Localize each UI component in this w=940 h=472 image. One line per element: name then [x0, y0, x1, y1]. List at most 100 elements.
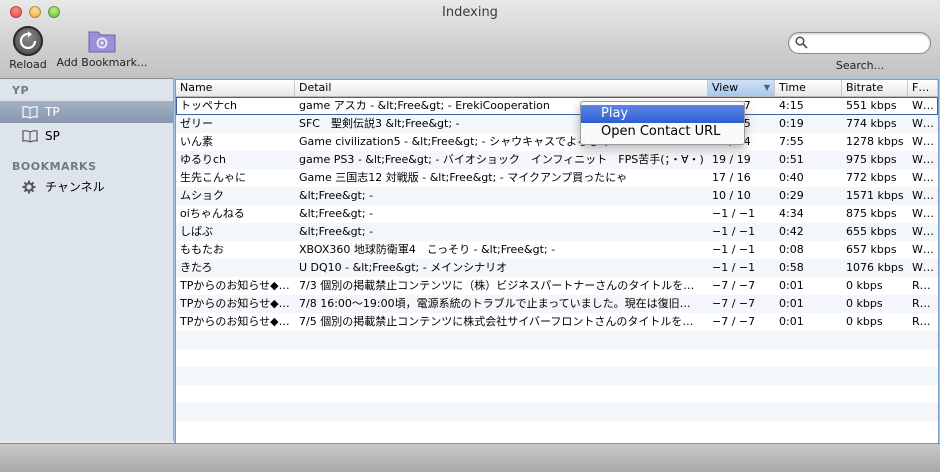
cell-time: 0:01	[779, 315, 804, 328]
cell-format: W…	[912, 153, 934, 166]
sidebar-item-tp[interactable]: TP	[0, 101, 173, 123]
table-row[interactable]: oiちゃんねる &lt;Free&gt; - −1 / −1 4:34 875 kbp…	[176, 205, 938, 223]
table-row[interactable]: しばぶ &lt;Free&gt; - −1 / −1 0:42 655 kbps W…	[176, 223, 938, 241]
menu-item-play[interactable]: Play	[581, 105, 744, 123]
cell-name: ゼリー	[180, 117, 213, 130]
cell-detail: &lt;Free&gt; -	[299, 189, 374, 202]
cell-name: oiちゃんねる	[180, 207, 245, 220]
cell-detail: game PS3 - &lt;Free&gt; - バイオショック インフィニッ…	[299, 153, 704, 166]
cell-format: W…	[912, 243, 934, 256]
table-row[interactable]	[176, 349, 938, 367]
column-header-detail[interactable]: Detail	[295, 80, 708, 96]
cell-name: TPからのお知らせ◆…	[180, 297, 290, 310]
gear-icon	[22, 180, 36, 194]
cell-detail: Game 三国志12 対戦版 - &lt;Free&gt; - マイクアンプ買っ…	[299, 171, 628, 184]
cell-time: 0:40	[779, 171, 804, 184]
table-row[interactable]: ももたお XBOX360 地球防衛軍4 こっそり - &lt;Free&gt; -…	[176, 241, 938, 259]
table-row[interactable]: ゆるりch game PS3 - &lt;Free&gt; - バイオショック イ…	[176, 151, 938, 169]
column-header-bitrate[interactable]: Bitrate	[842, 80, 908, 96]
table-row[interactable]: きたろ U DQ10 - &lt;Free&gt; - メインシナリオ −1 / −…	[176, 259, 938, 277]
cell-time: 0:42	[779, 225, 804, 238]
column-header-format[interactable]: F…	[908, 80, 938, 96]
sidebar-heading-bookmarks: BOOKMARKS	[12, 160, 97, 173]
gear-folder-icon	[87, 26, 117, 54]
cell-view: −1 / −1	[712, 225, 756, 238]
cell-time: 0:01	[779, 279, 804, 292]
cell-format: W…	[912, 99, 934, 112]
sidebar-heading-yp: YP	[12, 84, 30, 97]
sidebar-item-channel[interactable]: チャンネル	[0, 176, 173, 198]
column-header-name[interactable]: Name	[176, 80, 295, 96]
channel-table[interactable]: Name Detail View ▼ Time Bitrate F… トッペナch…	[175, 79, 939, 445]
cell-time: 0:08	[779, 243, 804, 256]
search-label: Search...	[835, 59, 885, 72]
table-row[interactable]	[176, 403, 938, 421]
menu-item-open-contact-url[interactable]: Open Contact URL	[581, 123, 744, 141]
table-row[interactable]: いん素 Game civilization5 - &lt;Free&gt; - シ…	[176, 133, 938, 151]
table-row[interactable]: ムショク &lt;Free&gt; - 10 / 10 0:29 1571 kbps W…	[176, 187, 938, 205]
add-bookmark-button[interactable]: Add Bookmark...	[56, 26, 148, 69]
table-row[interactable]	[176, 367, 938, 385]
cell-view: −1 / −1	[712, 261, 756, 274]
cell-bitrate: 655 kbps	[846, 225, 897, 238]
cell-view: −7 / −7	[712, 279, 756, 292]
cell-format: W…	[912, 171, 934, 184]
cell-bitrate: 0 kbps	[846, 315, 883, 328]
cell-detail: 7/8 16:00～19:00頃，電源系統のトラブルで止まっていました。現在は復…	[299, 297, 691, 310]
book-icon	[22, 130, 38, 143]
app-window: Indexing Reload Add Bookmark... Search..…	[0, 0, 940, 472]
table-row[interactable]: TPからのお知らせ◆… 7/3 個別の掲載禁止コンテンツに（株）ビジネスパートナー…	[176, 277, 938, 295]
cell-name: ももたお	[180, 243, 224, 256]
search-input[interactable]	[811, 35, 925, 50]
cell-view: −7 / −7	[712, 315, 756, 328]
cell-name: いん素	[180, 135, 213, 148]
magnifier-icon	[795, 36, 808, 49]
cell-bitrate: 657 kbps	[846, 243, 897, 256]
cell-format: W…	[912, 261, 934, 274]
sidebar: YP TP SP BOOKMARKS チャンネル	[0, 79, 174, 441]
cell-detail: U DQ10 - &lt;Free&gt; - メインシナリオ	[299, 261, 508, 274]
table-row[interactable]	[176, 385, 938, 403]
reload-label: Reload	[9, 58, 47, 71]
cell-bitrate: 975 kbps	[846, 153, 897, 166]
cell-detail: XBOX360 地球防衛軍4 こっそり - &lt;Free&gt; -	[299, 243, 556, 256]
table-row[interactable]: 生先こんゃに Game 三国志12 対戦版 - &lt;Free&gt; - マイ…	[176, 169, 938, 187]
cell-name: トッペナch	[180, 99, 238, 112]
cell-time: 7:55	[779, 135, 804, 148]
table-row[interactable]	[176, 331, 938, 349]
cell-time: 0:58	[779, 261, 804, 274]
cell-time: 0:01	[779, 297, 804, 310]
sort-descending-icon: ▼	[763, 83, 770, 92]
table-row[interactable]	[176, 421, 938, 439]
column-header-label: View	[712, 81, 739, 94]
cell-bitrate: 551 kbps	[846, 99, 897, 112]
search-field[interactable]	[788, 32, 931, 54]
table-row[interactable]: トッペナch game アスカ - &lt;Free&gt; - ErekiCoo…	[176, 97, 938, 115]
cell-time: 0:19	[779, 117, 804, 130]
column-header-time[interactable]: Time	[775, 80, 842, 96]
cell-name: TPからのお知らせ◆…	[180, 279, 290, 292]
window-title: Indexing	[442, 5, 498, 20]
cell-format: W…	[912, 189, 934, 202]
table-row[interactable]: TPからのお知らせ◆… 7/5 個別の掲載禁止コンテンツに株式会社サイバーフロント…	[176, 313, 938, 331]
cell-view: 10 / 10	[712, 189, 751, 202]
cell-bitrate: 0 kbps	[846, 279, 883, 292]
cell-time: 4:15	[779, 99, 804, 112]
cell-format: W…	[912, 117, 934, 130]
table-row[interactable]: TPからのお知らせ◆… 7/8 16:00～19:00頃，電源系統のトラブルで止ま…	[176, 295, 938, 313]
cell-view: −1 / −1	[712, 243, 756, 256]
sidebar-item-label: チャンネル	[45, 180, 105, 194]
reload-button[interactable]: Reload	[8, 26, 48, 71]
cell-detail: 7/3 個別の掲載禁止コンテンツに（株）ビジネスパートナーさんのタイトルを…	[299, 279, 695, 292]
cell-name: ムショク	[180, 189, 224, 202]
table-row[interactable]: ゼリーSFC 聖剣伝説3 &lt;Free&gt; -15 / 150:1977…	[176, 115, 938, 133]
column-header-view[interactable]: View ▼	[708, 80, 775, 96]
sidebar-item-sp[interactable]: SP	[0, 125, 173, 147]
sidebar-item-label: SP	[45, 129, 60, 143]
cell-bitrate: 0 kbps	[846, 297, 883, 310]
cell-view: −7 / −7	[712, 297, 756, 310]
book-icon	[22, 106, 38, 119]
cell-time: 0:29	[779, 189, 804, 202]
cell-bitrate: 1076 kbps	[846, 261, 904, 274]
cell-bitrate: 1571 kbps	[846, 189, 904, 202]
